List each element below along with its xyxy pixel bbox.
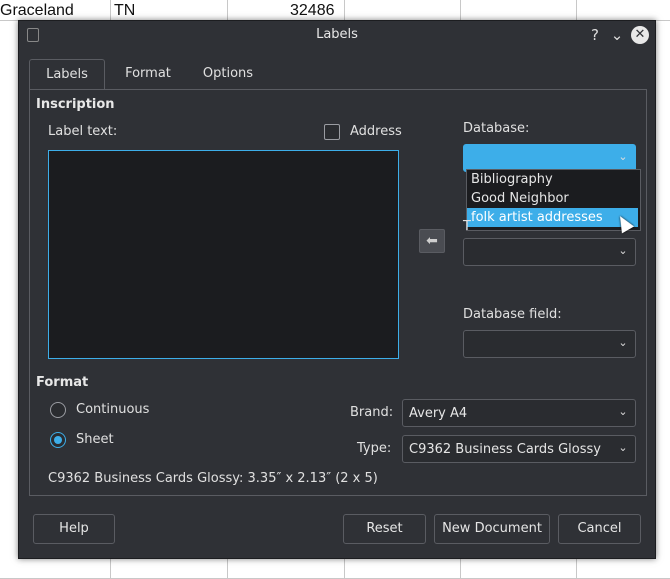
type-label: Type:: [357, 441, 392, 456]
brand-select[interactable]: Avery A4 ⌄: [402, 399, 636, 427]
sheet-row: [0, 0, 670, 21]
address-label: Address: [350, 124, 402, 139]
question-icon[interactable]: ?: [585, 25, 605, 45]
sheet-cell-zip[interactable]: 32486: [290, 0, 335, 22]
database-label: Database:: [463, 121, 530, 136]
insert-field-arrow-button[interactable]: ⬅: [419, 229, 445, 253]
label-text-label: Label text:: [48, 124, 118, 139]
database-field-select[interactable]: ⌄: [463, 330, 636, 358]
chevron-down-icon: ⌄: [618, 441, 628, 454]
brand-label: Brand:: [350, 405, 394, 420]
database-option-highlighted[interactable]: folk artist addresses: [467, 208, 638, 227]
format-heading: Format: [36, 375, 89, 390]
sheet-row: [0, 558, 670, 579]
type-select-value: C9362 Business Cards Glossy: [409, 442, 601, 457]
dialog-titlebar[interactable]: Labels ? ⌄ ✕: [19, 21, 655, 49]
label-text-area[interactable]: [48, 150, 399, 359]
database-option[interactable]: Bibliography: [467, 170, 638, 189]
format-summary: C9362 Business Cards Glossy: 3.35″ x 2.1…: [48, 471, 378, 486]
dialog-title: Labels: [316, 27, 358, 42]
chevron-down-icon: ⌄: [618, 150, 628, 163]
table-select[interactable]: ⌄: [463, 238, 636, 266]
tab-options[interactable]: Options: [189, 59, 267, 88]
tab-labels[interactable]: Labels: [29, 59, 105, 90]
sheet-cell-state[interactable]: TN: [114, 0, 135, 22]
type-select[interactable]: C9362 Business Cards Glossy ⌄: [402, 435, 636, 463]
continuous-radio[interactable]: [50, 402, 66, 418]
table-label: T: [463, 219, 471, 234]
database-select[interactable]: ⌄: [463, 144, 636, 172]
sheet-cell-city[interactable]: Graceland: [0, 0, 74, 22]
database-field-label: Database field:: [463, 307, 562, 322]
labels-dialog: Labels ? ⌄ ✕ Labels Format Options Inscr…: [18, 20, 656, 559]
database-option[interactable]: Good Neighbor: [467, 189, 638, 208]
inscription-heading: Inscription: [36, 97, 115, 112]
help-button[interactable]: Help: [33, 514, 115, 544]
chevron-down-icon: ⌄: [618, 244, 628, 257]
new-document-button[interactable]: New Document: [434, 514, 550, 544]
chevron-down-icon: ⌄: [618, 336, 628, 349]
arrow-left-icon: ⬅: [426, 233, 438, 249]
tab-format[interactable]: Format: [113, 59, 183, 88]
sheet-label: Sheet: [76, 432, 114, 447]
continuous-label: Continuous: [76, 402, 150, 417]
address-checkbox[interactable]: [324, 124, 340, 140]
chevron-down-icon[interactable]: ⌄: [607, 25, 627, 45]
cancel-button[interactable]: Cancel: [558, 514, 641, 544]
chevron-down-icon: ⌄: [618, 405, 628, 418]
sheet-radio[interactable]: [50, 432, 66, 448]
brand-select-value: Avery A4: [409, 406, 468, 421]
reset-button[interactable]: Reset: [343, 514, 426, 544]
close-icon[interactable]: ✕: [631, 26, 649, 44]
